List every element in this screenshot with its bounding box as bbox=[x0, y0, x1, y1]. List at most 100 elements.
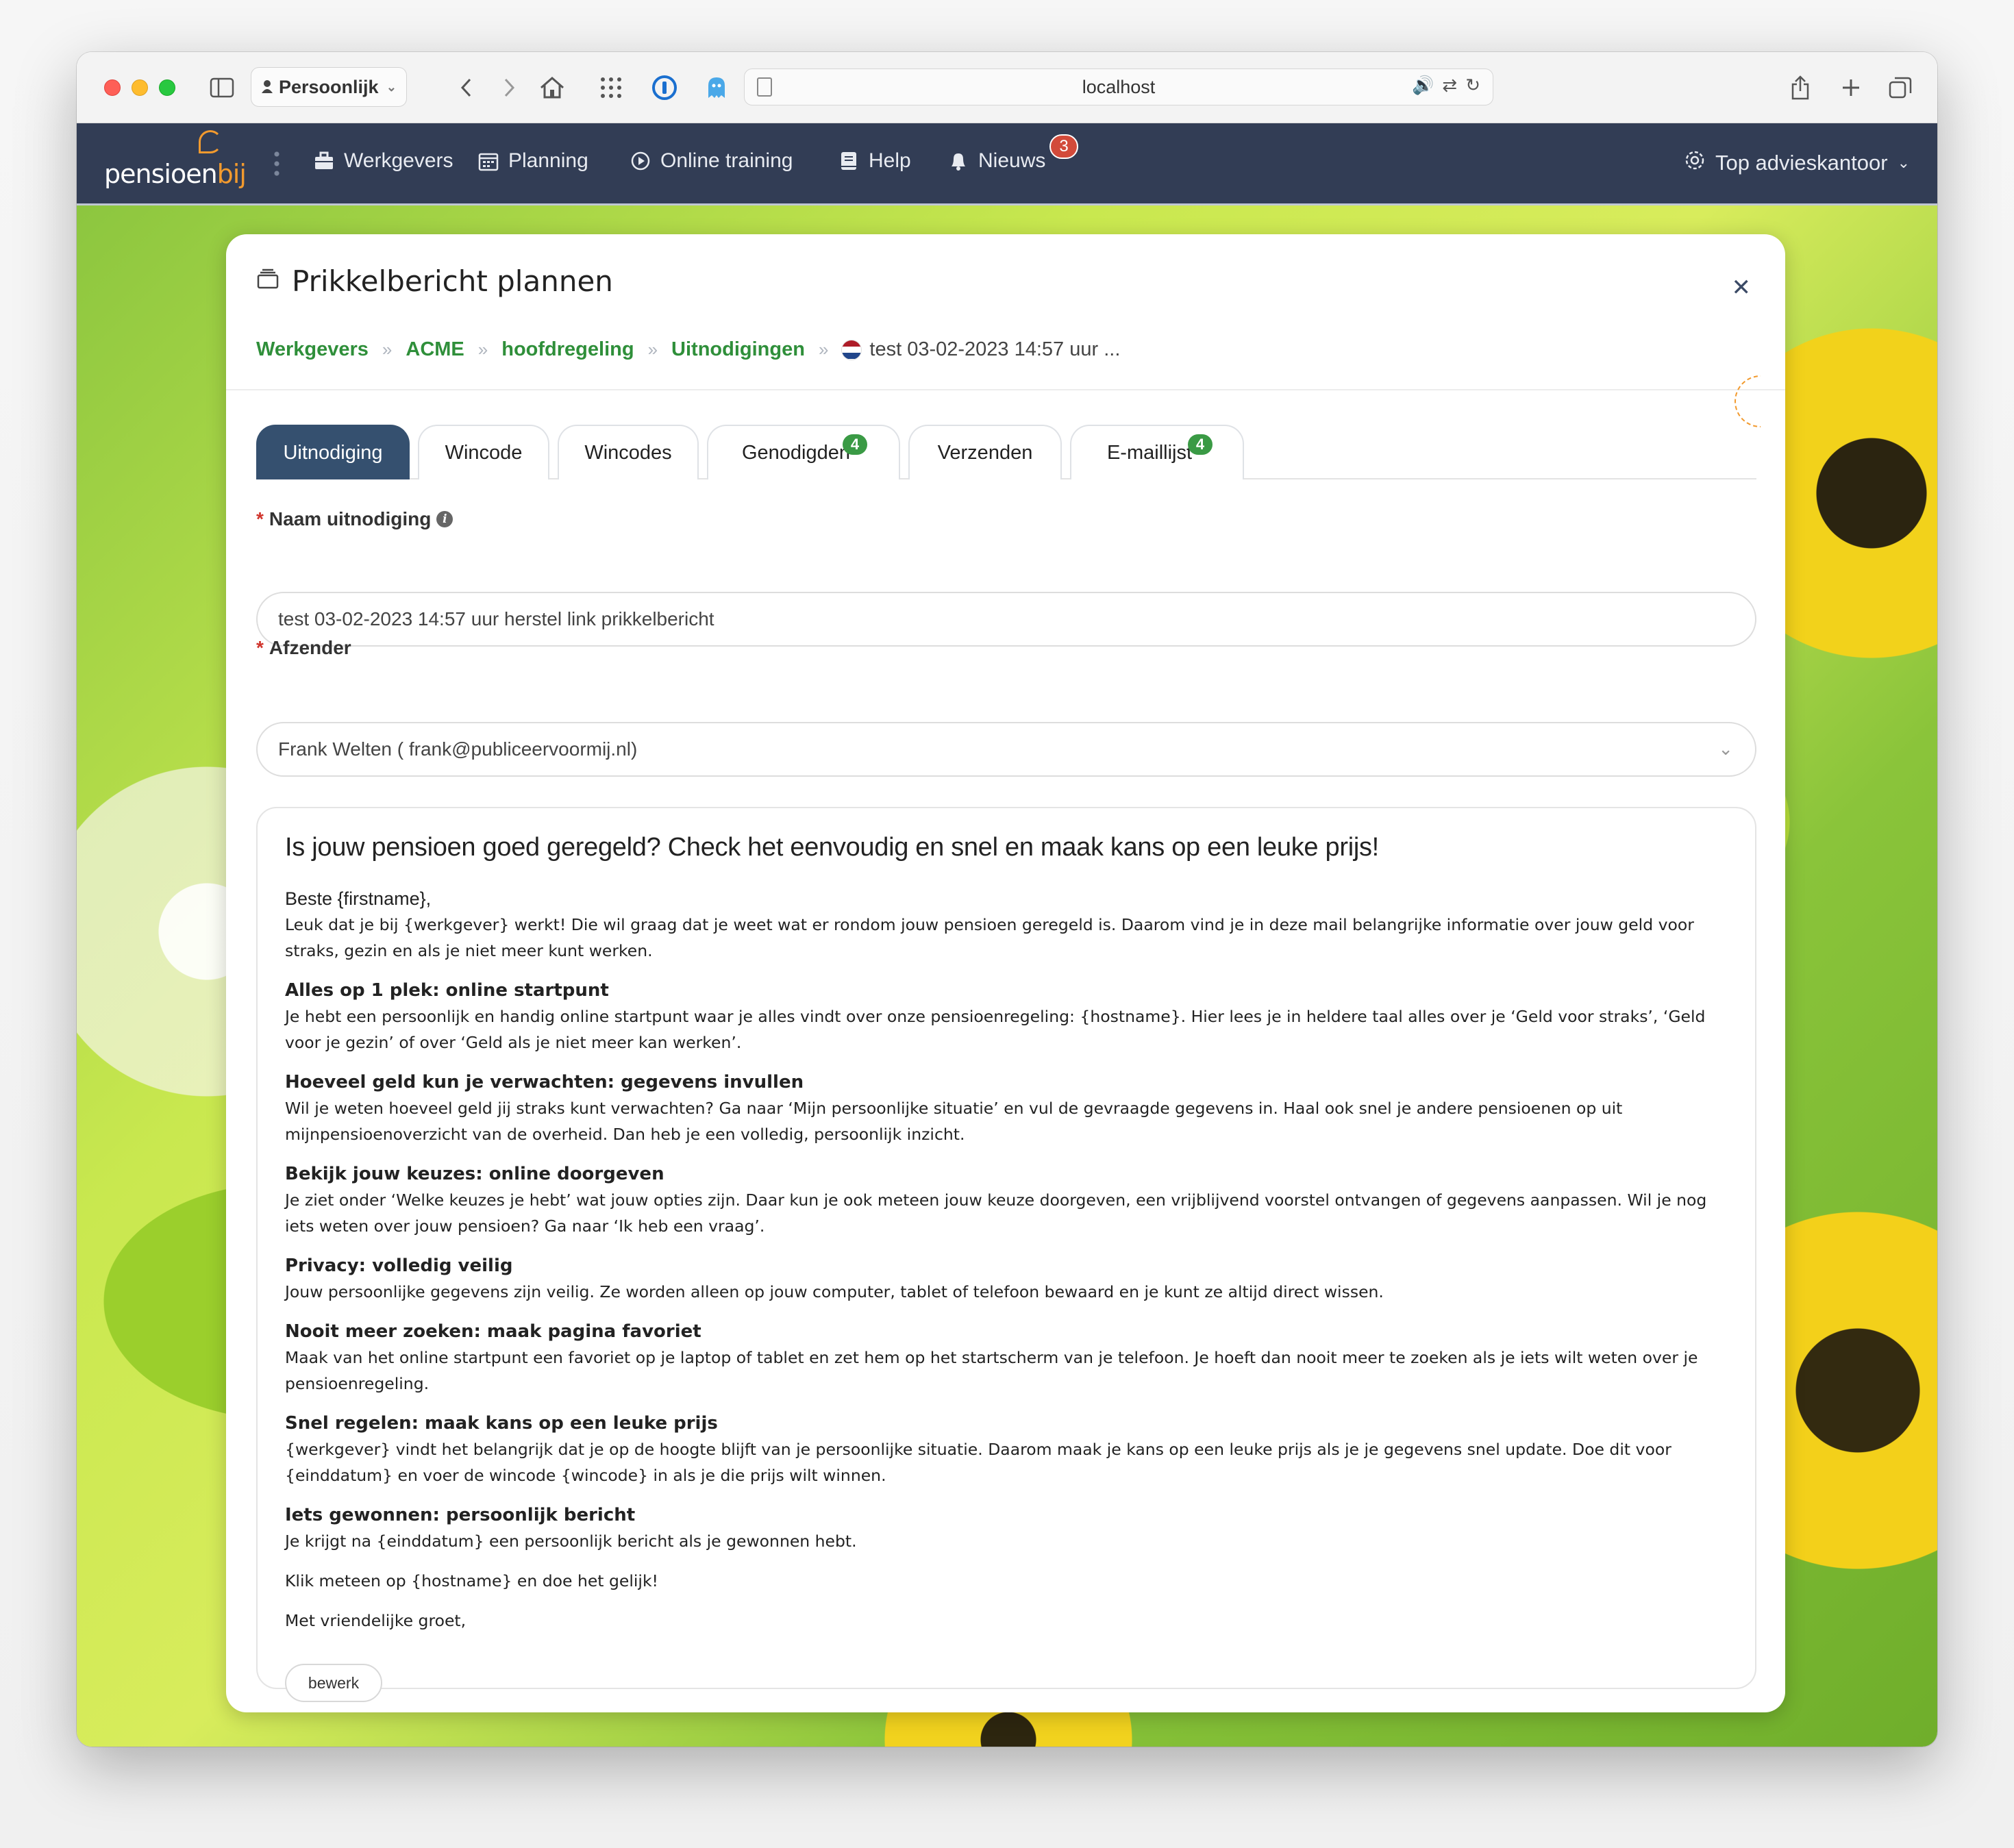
tab-label: Verzenden bbox=[937, 441, 1033, 464]
breadcrumb-hoofdregeling[interactable]: hoofdregeling bbox=[501, 338, 634, 361]
close-icon[interactable]: ✕ bbox=[1732, 274, 1752, 301]
modal-title-text: Prikkelbericht plannen bbox=[292, 264, 613, 298]
share-icon[interactable] bbox=[1785, 73, 1815, 103]
tab-e-maillijst[interactable]: E-maillijst 4 bbox=[1070, 425, 1244, 479]
invitation-name-input[interactable]: test 03-02-2023 14:57 uur herstel link p… bbox=[256, 592, 1756, 647]
translate-icon[interactable]: ⇄ bbox=[1442, 75, 1457, 96]
edit-button[interactable]: bewerk bbox=[285, 1664, 382, 1702]
email-section-heading: Iets gewonnen: persoonlijk bericht bbox=[285, 1505, 636, 1525]
info-icon[interactable]: i bbox=[436, 511, 453, 527]
email-section-text: Maak van het online startpunt een favori… bbox=[285, 1348, 1698, 1393]
bell-icon bbox=[948, 151, 969, 171]
stack-icon bbox=[256, 267, 279, 295]
company-name: Top advieskantoor bbox=[1715, 151, 1888, 175]
breadcrumb-separator-icon: » bbox=[818, 339, 829, 360]
zoom-window-button[interactable] bbox=[159, 79, 175, 96]
audio-icon[interactable]: 🔊 bbox=[1412, 75, 1434, 96]
breadcrumb-acme[interactable]: ACME bbox=[406, 338, 464, 361]
book-icon bbox=[838, 151, 859, 171]
dutch-flag-icon bbox=[842, 340, 862, 360]
reload-icon[interactable]: ↻ bbox=[1465, 75, 1480, 96]
apps-grid-icon[interactable] bbox=[596, 73, 626, 103]
forward-icon[interactable] bbox=[496, 73, 523, 103]
company-menu[interactable]: Top advieskantoor ⌄ bbox=[1684, 149, 1910, 177]
breadcrumb-separator-icon: » bbox=[382, 339, 393, 360]
breadcrumb: Werkgevers » ACME » hoofdregeling » Uitn… bbox=[256, 338, 1120, 361]
password-manager-icon[interactable] bbox=[649, 73, 680, 103]
email-subject: Is jouw pensioen goed geregeld? Check he… bbox=[285, 833, 1379, 862]
url-text: localhost bbox=[1082, 76, 1156, 97]
back-icon[interactable] bbox=[452, 73, 480, 103]
sidebar-toggle-icon[interactable] bbox=[208, 73, 236, 103]
email-greeting: Beste {firstname}, bbox=[285, 888, 432, 909]
tab-verzenden[interactable]: Verzenden bbox=[908, 425, 1062, 479]
breadcrumb-separator-icon: » bbox=[477, 339, 488, 360]
tab-label: Uitnodiging bbox=[283, 441, 383, 464]
ghost-extension-icon[interactable] bbox=[701, 73, 732, 103]
tab-wincode[interactable]: Wincode bbox=[418, 425, 549, 479]
email-section-text: Je krijgt na {einddatum} een persoonlijk… bbox=[285, 1532, 857, 1551]
email-cta: Klik meteen op {hostname} en doe het gel… bbox=[285, 1571, 658, 1590]
sender-select[interactable]: Frank Welten ( frank@publiceervoormij.nl… bbox=[256, 722, 1756, 777]
nav-werkgevers[interactable]: Werkgevers bbox=[314, 149, 453, 173]
email-body: Beste {firstname}, Leuk dat je bij {werk… bbox=[285, 886, 1728, 1634]
address-bar[interactable]: localhost 🔊 ⇄ ↻ bbox=[744, 68, 1493, 105]
home-icon[interactable] bbox=[537, 73, 567, 103]
breadcrumb-uitnodigingen[interactable]: Uitnodigingen bbox=[671, 338, 805, 361]
tab-label: Wincodes bbox=[584, 441, 672, 464]
nav-label: Help bbox=[869, 149, 911, 172]
breadcrumb-separator-icon: » bbox=[647, 339, 658, 360]
required-marker: * bbox=[256, 508, 264, 529]
play-circle-icon bbox=[630, 151, 651, 171]
tab-wincodes[interactable]: Wincodes bbox=[558, 425, 699, 479]
minimize-window-button[interactable] bbox=[132, 79, 148, 96]
modal-title: Prikkelbericht plannen bbox=[256, 264, 613, 298]
news-count-badge: 3 bbox=[1049, 134, 1078, 159]
email-intro: Leuk dat je bij {werkgever} werkt! Die w… bbox=[285, 915, 1694, 960]
tab-label: Wincode bbox=[445, 441, 523, 464]
briefcase-icon bbox=[314, 151, 334, 171]
close-window-button[interactable] bbox=[104, 79, 121, 96]
email-section-text: Je ziet onder ‘Welke keuzes je hebt’ wat… bbox=[285, 1190, 1707, 1236]
name-field-label: * Naam uitnodiging i bbox=[256, 508, 453, 530]
required-marker: * bbox=[256, 637, 264, 658]
name-label-text: Naam uitnodiging bbox=[269, 508, 432, 529]
email-section-heading: Privacy: volledig veilig bbox=[285, 1256, 513, 1276]
gear-icon bbox=[1684, 149, 1706, 177]
email-preview: Is jouw pensioen goed geregeld? Check he… bbox=[256, 807, 1756, 1702]
nav-help[interactable]: Help bbox=[838, 149, 911, 173]
reader-icon[interactable] bbox=[757, 77, 772, 97]
sender-label-text: Afzender bbox=[269, 637, 351, 658]
tab-bar: Uitnodiging Wincode Wincodes Genodigden … bbox=[256, 425, 1756, 479]
drag-handle-icon bbox=[274, 149, 279, 177]
nav-label: Planning bbox=[508, 149, 588, 172]
nav-online-training[interactable]: Online training bbox=[630, 149, 793, 173]
profile-selector[interactable]: Persoonlijk ⌄ bbox=[251, 67, 407, 107]
email-section-heading: Snel regelen: maak kans op een leuke pri… bbox=[285, 1413, 718, 1434]
emaillijst-count-badge: 4 bbox=[1188, 434, 1213, 455]
new-tab-icon[interactable] bbox=[1836, 73, 1866, 103]
nav-nieuws[interactable]: Nieuws bbox=[948, 149, 1045, 173]
nav-label: Werkgevers bbox=[344, 149, 453, 172]
tab-uitnodiging[interactable]: Uitnodiging bbox=[256, 425, 410, 479]
email-section-heading: Nooit meer zoeken: maak pagina favoriet bbox=[285, 1321, 701, 1342]
plan-modal: Prikkelbericht plannen ✕ Werkgevers » AC… bbox=[226, 234, 1785, 1712]
pensioenbij-logo[interactable]: pensioenbij bbox=[104, 130, 247, 189]
tab-label: E-maillijst bbox=[1106, 441, 1193, 464]
app-navbar: pensioenbij Werkgevers Planning Online t… bbox=[77, 123, 1937, 205]
email-section-text: {werkgever} vindt het belangrijk dat je … bbox=[285, 1440, 1671, 1485]
person-icon bbox=[261, 77, 273, 98]
email-section-heading: Hoeveel geld kun je verwachten: gegevens… bbox=[285, 1072, 804, 1092]
nav-planning[interactable]: Planning bbox=[478, 149, 588, 173]
email-section-text: Jouw persoonlijke gegevens zijn veilig. … bbox=[285, 1282, 1384, 1301]
genodigden-count-badge: 4 bbox=[843, 434, 867, 455]
browser-window: Persoonlijk ⌄ localhost 🔊 ⇄ ↻ pensioenbi… bbox=[77, 52, 1937, 1747]
email-section-text: Je hebt een persoonlijk en handig online… bbox=[285, 1007, 1706, 1052]
profile-label: Persoonlijk bbox=[279, 76, 379, 97]
tab-genodigden[interactable]: Genodigden 4 bbox=[707, 425, 900, 479]
decorative-circle-icon bbox=[1735, 375, 1761, 427]
chevron-down-icon: ⌄ bbox=[386, 79, 397, 94]
tab-label: Genodigden bbox=[741, 441, 851, 464]
breadcrumb-werkgevers[interactable]: Werkgevers bbox=[256, 338, 369, 361]
tab-overview-icon[interactable] bbox=[1885, 73, 1915, 103]
